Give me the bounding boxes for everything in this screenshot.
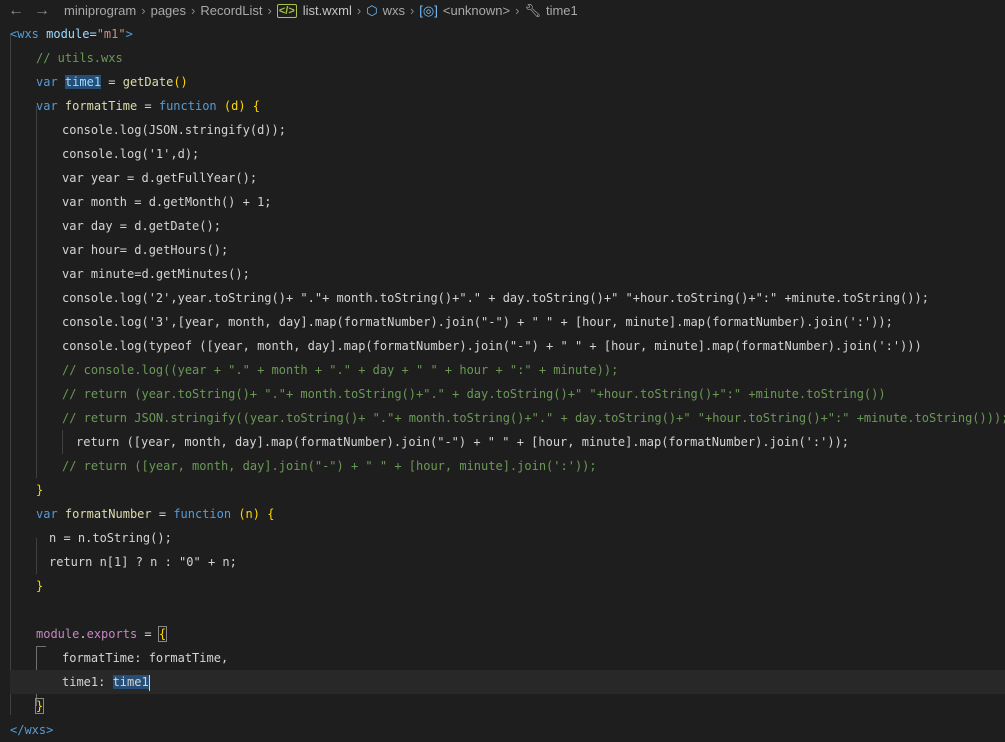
chevron-right-icon: ›	[141, 3, 146, 18]
chevron-right-icon: ›	[409, 3, 415, 18]
code-line-12[interactable]: console.log('2',year.toString()+ "."+ mo…	[62, 286, 1005, 310]
code-line-15[interactable]: // console.log((year + "." + month + "."…	[62, 358, 1005, 382]
code-line-29[interactable]: }	[34, 694, 1005, 718]
code-line-20[interactable]: }	[36, 478, 1005, 502]
back-arrow-icon[interactable]: ←	[8, 1, 24, 21]
code-line-13[interactable]: console.log('3',[year, month, day].map(f…	[62, 310, 1005, 334]
wrench-icon: 🔧︎	[524, 3, 541, 18]
breadcrumb-item-recordlist[interactable]: RecordList	[200, 0, 262, 22]
breadcrumb-item-time1[interactable]: time1	[546, 0, 578, 22]
code-line-3[interactable]: var time1 = getDate()	[36, 70, 1005, 94]
code-line-9[interactable]: var day = d.getDate();	[62, 214, 1005, 238]
breadcrumb-item-unknown[interactable]: <unknown>	[443, 0, 510, 22]
forward-arrow-icon[interactable]: →	[34, 1, 50, 21]
indent-guide	[36, 538, 37, 574]
code-line-28-current[interactable]: time1: time1	[10, 670, 1005, 694]
code-line-2[interactable]: // utils.wxs	[36, 46, 1005, 70]
breadcrumb-item-file[interactable]: list.wxml	[303, 0, 352, 22]
indent-guide-active	[36, 646, 46, 647]
code-line-14[interactable]: console.log(typeof ([year, month, day].m…	[62, 334, 1005, 358]
code-line-17[interactable]: // return JSON.stringify((year.toString(…	[62, 406, 1005, 430]
indent-guide	[36, 106, 37, 478]
indent-guide	[10, 34, 11, 715]
code-line-26[interactable]: module.exports = {	[36, 622, 1005, 646]
breadcrumb-item-miniprogram[interactable]: miniprogram	[64, 0, 136, 22]
chevron-right-icon: ›	[515, 3, 520, 18]
code-line-8[interactable]: var month = d.getMonth() + 1;	[62, 190, 1005, 214]
text-cursor	[148, 674, 150, 691]
code-editor[interactable]: <wxs module="m1"> // utils.wxs var time1…	[0, 22, 1005, 741]
code-line-7[interactable]: var year = d.getFullYear();	[62, 166, 1005, 190]
cube-symbol-icon: ⬡	[366, 3, 378, 18]
code-line-24[interactable]: }	[36, 574, 1005, 598]
chevron-right-icon: ›	[267, 3, 272, 18]
indent-guide	[62, 430, 63, 454]
chevron-right-icon: ›	[356, 3, 362, 18]
code-line-10[interactable]: var hour= d.getHours();	[62, 238, 1005, 262]
code-line-23[interactable]: return n[1] ? n : "0" + n;	[49, 550, 1005, 574]
code-line-30[interactable]: </wxs>	[10, 718, 1005, 742]
code-line-22[interactable]: n = n.toString();	[49, 526, 1005, 550]
code-line-19[interactable]: // return ([year, month, day].join("-") …	[62, 454, 1005, 478]
wxml-file-icon: </>	[276, 4, 297, 18]
code-line-1[interactable]: <wxs module="m1">	[10, 22, 1005, 46]
code-line-6[interactable]: console.log('1',d);	[62, 142, 1005, 166]
code-line-11[interactable]: var minute=d.getMinutes();	[62, 262, 1005, 286]
code-line-4[interactable]: var formatTime = function (d) {	[36, 94, 1005, 118]
code-line-27[interactable]: formatTime: formatTime,	[62, 646, 1005, 670]
breadcrumb-item-wxs[interactable]: wxs	[383, 0, 405, 22]
code-line-5[interactable]: console.log(JSON.stringify(d));	[62, 118, 1005, 142]
breadcrumb: ← → miniprogram › pages › RecordList › <…	[0, 0, 1005, 22]
code-line-21[interactable]: var formatNumber = function (n) {	[36, 502, 1005, 526]
code-line-16[interactable]: // return (year.toString()+ "."+ month.t…	[62, 382, 1005, 406]
code-line-18[interactable]: return ([year, month, day].map(formatNum…	[76, 430, 1005, 454]
variable-symbol-icon: [◎]	[419, 3, 438, 18]
chevron-right-icon: ›	[191, 3, 196, 18]
breadcrumb-item-pages[interactable]: pages	[151, 0, 186, 22]
